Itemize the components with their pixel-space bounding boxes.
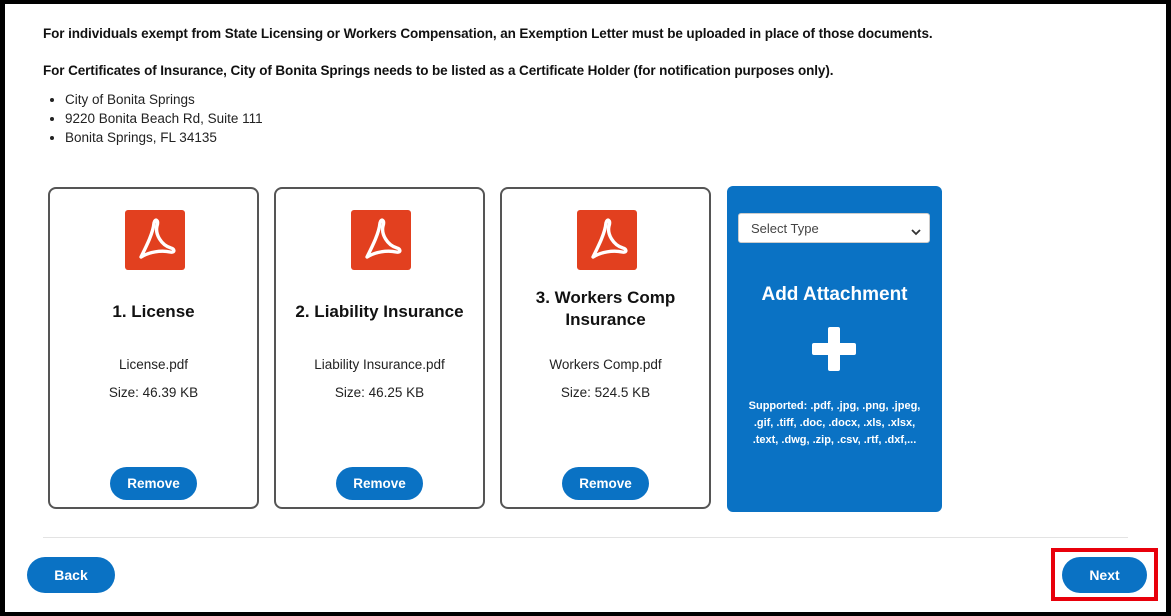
select-value: Select Type bbox=[751, 221, 819, 236]
file-size: Size: 46.39 KB bbox=[108, 385, 199, 400]
attachment-type-select[interactable]: Select Type bbox=[738, 213, 930, 243]
remove-workers-comp-button[interactable]: Remove bbox=[562, 467, 649, 500]
certificate-holder-notice: For Certificates of Insurance, City of B… bbox=[43, 63, 834, 78]
pdf-icon bbox=[577, 210, 637, 270]
add-attachment-card[interactable]: Select Type Add Attachment Supported: .p… bbox=[727, 186, 942, 512]
chevron-down-icon bbox=[911, 223, 921, 241]
supported-file-types: Supported: .pdf, .jpg, .png, .jpeg, .gif… bbox=[748, 400, 921, 446]
address-line: City of Bonita Springs bbox=[65, 90, 263, 109]
plus-icon[interactable] bbox=[812, 327, 856, 371]
certificate-holder-address: City of Bonita Springs 9220 Bonita Beach… bbox=[43, 90, 263, 147]
pdf-icon bbox=[351, 210, 411, 270]
divider bbox=[43, 537, 1128, 538]
address-line: 9220 Bonita Beach Rd, Suite 111 bbox=[65, 109, 263, 128]
attachment-card-license: 1. License License.pdf Size: 46.39 KB Re… bbox=[48, 187, 259, 509]
attachment-title: 1. License bbox=[112, 302, 195, 321]
file-name: Workers Comp.pdf bbox=[549, 357, 662, 372]
file-size: Size: 46.25 KB bbox=[334, 385, 425, 400]
remove-liability-insurance-button[interactable]: Remove bbox=[336, 467, 423, 500]
file-size: Size: 524.5 KB bbox=[560, 385, 651, 400]
attachment-card-workers-comp-insurance: 3. Workers Comp Insurance Workers Comp.p… bbox=[500, 187, 711, 509]
attachment-title: 2. Liability Insurance bbox=[295, 302, 464, 321]
attachments-page: For individuals exempt from State Licens… bbox=[5, 4, 1166, 612]
remove-license-button[interactable]: Remove bbox=[110, 467, 197, 500]
address-line: Bonita Springs, FL 34135 bbox=[65, 128, 263, 147]
back-button[interactable]: Back bbox=[27, 557, 115, 593]
next-button[interactable]: Next bbox=[1062, 557, 1147, 593]
attachment-title: 3. Workers Comp Insurance bbox=[535, 288, 676, 329]
exemption-notice: For individuals exempt from State Licens… bbox=[43, 26, 933, 41]
add-attachment-title: Add Attachment bbox=[761, 284, 908, 305]
pdf-icon bbox=[125, 210, 185, 270]
file-name: License.pdf bbox=[118, 357, 189, 372]
attachment-card-liability-insurance: 2. Liability Insurance Liability Insuran… bbox=[274, 187, 485, 509]
file-name: Liability Insurance.pdf bbox=[314, 357, 445, 372]
